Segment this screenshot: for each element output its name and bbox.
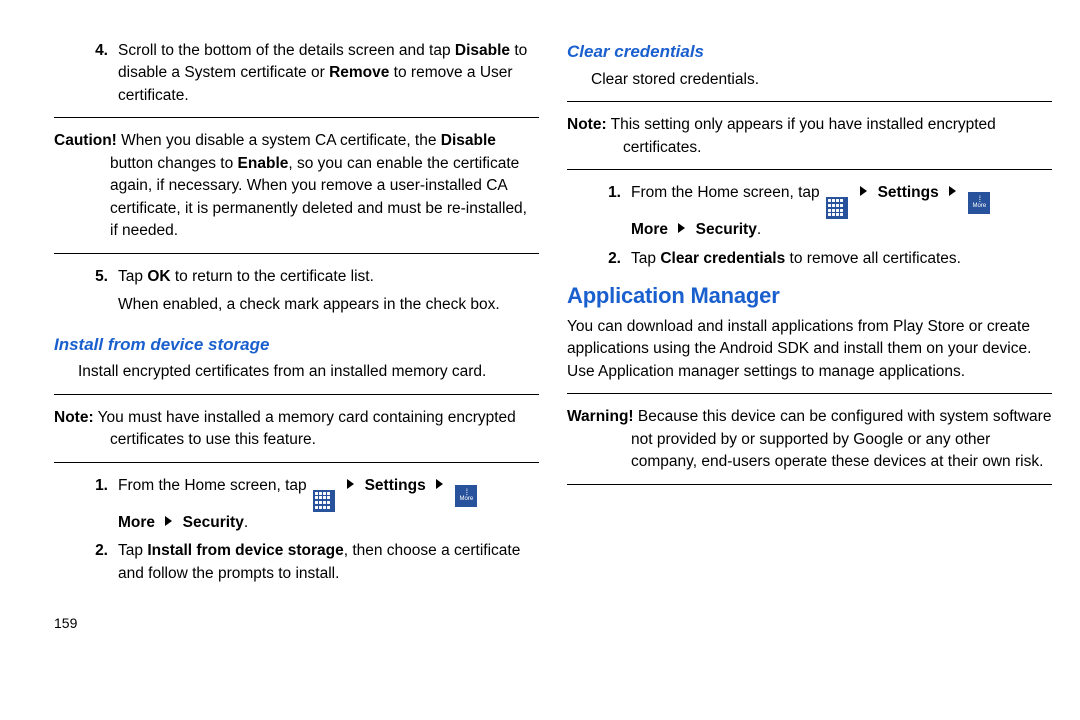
more-tab-icon: ⁞More bbox=[455, 485, 477, 507]
divider bbox=[54, 253, 539, 254]
arrow-icon bbox=[165, 516, 172, 526]
manual-page: 4. Scroll to the bottom of the details s… bbox=[0, 0, 1080, 720]
clear-step-2: 2. Tap Clear credentials to remove all c… bbox=[567, 248, 1052, 270]
list-number: 2. bbox=[54, 540, 118, 585]
application-manager-heading: Application Manager bbox=[567, 280, 1052, 312]
arrow-icon bbox=[860, 186, 867, 196]
install-note: Note: You must have installed a memory c… bbox=[54, 407, 539, 452]
divider bbox=[54, 117, 539, 118]
divider bbox=[567, 169, 1052, 170]
step-4: 4. Scroll to the bottom of the details s… bbox=[54, 40, 539, 107]
clear-note: Note: This setting only appears if you h… bbox=[567, 114, 1052, 159]
list-body: From the Home screen, tap Settings ⁞More… bbox=[118, 475, 539, 534]
divider bbox=[567, 484, 1052, 485]
step-5: 5. Tap OK to return to the certificate l… bbox=[54, 266, 539, 317]
install-step-1: 1. From the Home screen, tap Settings ⁞M… bbox=[54, 475, 539, 534]
clear-step-1: 1. From the Home screen, tap Settings ⁞M… bbox=[567, 182, 1052, 241]
list-number: 1. bbox=[567, 182, 631, 241]
more-tab-icon: ⁞More bbox=[968, 192, 990, 214]
list-body: From the Home screen, tap Settings ⁞More… bbox=[631, 182, 1052, 241]
arrow-icon bbox=[678, 223, 685, 233]
divider bbox=[54, 462, 539, 463]
list-body: Tap Clear credentials to remove all cert… bbox=[631, 248, 1052, 270]
appmgr-warning: Warning! Because this device can be conf… bbox=[567, 406, 1052, 473]
caution-note: Caution! When you disable a system CA ce… bbox=[54, 130, 539, 242]
left-column: 4. Scroll to the bottom of the details s… bbox=[54, 40, 539, 700]
clear-credentials-heading: Clear credentials bbox=[567, 40, 1052, 65]
list-number: 5. bbox=[54, 266, 118, 317]
list-number: 2. bbox=[567, 248, 631, 270]
install-step-2: 2. Tap Install from device storage, then… bbox=[54, 540, 539, 585]
appmgr-desc: You can download and install application… bbox=[567, 316, 1052, 383]
divider bbox=[54, 394, 539, 395]
right-column: Clear credentials Clear stored credentia… bbox=[567, 40, 1052, 700]
page-number: 159 bbox=[54, 613, 539, 633]
list-body: Tap OK to return to the certificate list… bbox=[118, 266, 539, 317]
list-number: 4. bbox=[54, 40, 118, 107]
apps-grid-icon bbox=[826, 197, 848, 219]
divider bbox=[567, 393, 1052, 394]
clear-desc: Clear stored credentials. bbox=[591, 69, 1052, 91]
arrow-icon bbox=[436, 479, 443, 489]
install-desc: Install encrypted certificates from an i… bbox=[78, 361, 539, 383]
list-number: 1. bbox=[54, 475, 118, 534]
list-body: Scroll to the bottom of the details scre… bbox=[118, 40, 539, 107]
list-body: Tap Install from device storage, then ch… bbox=[118, 540, 539, 585]
apps-grid-icon bbox=[313, 490, 335, 512]
arrow-icon bbox=[949, 186, 956, 196]
arrow-icon bbox=[347, 479, 354, 489]
install-from-storage-heading: Install from device storage bbox=[54, 333, 539, 358]
divider bbox=[567, 101, 1052, 102]
